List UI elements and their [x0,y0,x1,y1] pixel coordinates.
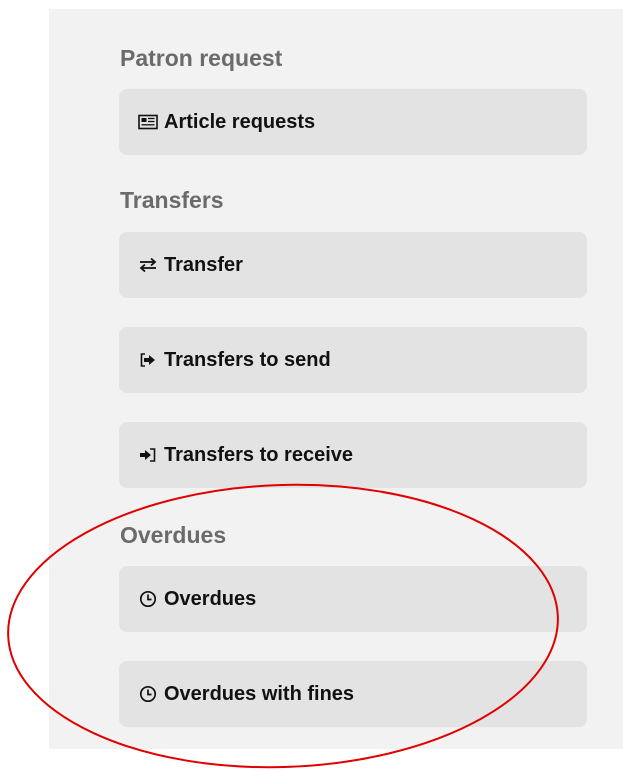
section-heading-overdues: Overdues [120,522,227,548]
overdues-with-fines-button[interactable]: Overdues with fines [119,661,587,727]
clock-icon [138,589,158,609]
transfer-label: Transfer [164,253,243,276]
clock-icon [138,684,158,704]
screenshot-stage: Patron request Article requests Transfer… [0,0,623,771]
overdues-label: Overdues [164,587,257,610]
overdues-with-fines-label: Overdues with fines [164,682,355,705]
transfers-to-send-label: Transfers to send [164,348,331,371]
section-heading-patron-request: Patron request [120,45,283,71]
sign-in-icon [138,445,158,465]
transfers-to-send-button[interactable]: Transfers to send [119,327,587,393]
transfers-to-receive-button[interactable]: Transfers to receive [119,422,587,488]
article-requests-label: Article requests [164,110,316,133]
exchange-arrows-icon [138,255,158,275]
section-heading-transfers: Transfers [120,187,224,213]
transfer-button[interactable]: Transfer [119,232,587,298]
article-requests-button[interactable]: Article requests [119,89,587,155]
sign-out-icon [138,350,158,370]
transfers-to-receive-label: Transfers to receive [164,443,353,466]
newspaper-icon [138,112,158,132]
overdues-button[interactable]: Overdues [119,566,587,632]
